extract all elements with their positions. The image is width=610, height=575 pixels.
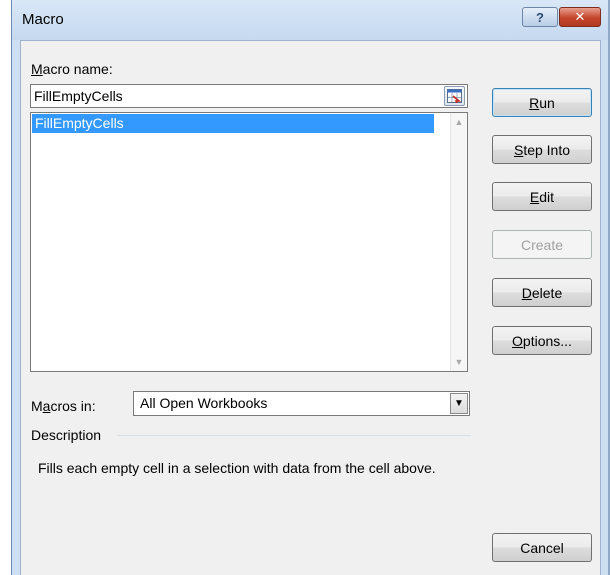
cancel-button[interactable]: Cancel [492, 533, 592, 562]
run-button[interactable]: Run [492, 88, 592, 117]
dropdown-arrow-icon[interactable]: ▼ [450, 393, 468, 414]
create-button[interactable]: Create [492, 230, 592, 259]
macro-name-input[interactable] [30, 84, 468, 108]
macro-name-label: Macro name: [31, 61, 113, 77]
help-icon: ? [536, 9, 544, 25]
step-into-button[interactable]: Step Into [492, 135, 592, 164]
options-button[interactable]: Options... [492, 326, 592, 355]
delete-button[interactable]: Delete [492, 278, 592, 307]
macros-in-select[interactable]: All Open Workbooks ▼ [133, 391, 470, 416]
macros-in-value: All Open Workbooks [140, 395, 268, 411]
scroll-down-icon[interactable]: ▼ [451, 357, 467, 367]
close-button[interactable]: ✕ [559, 7, 601, 27]
dialog-title: Macro [22, 11, 64, 28]
dialog-body: Macro name: FillEmptyCells ▲ ▼ Run Step … [20, 40, 601, 575]
macros-in-label: Macros in: [31, 398, 96, 414]
description-divider [117, 435, 471, 436]
close-icon: ✕ [574, 9, 586, 24]
description-text: Fills each empty cell in a selection wit… [38, 460, 436, 476]
description-heading: Description [31, 427, 102, 443]
title-bar[interactable]: Macro ? ✕ [12, 0, 610, 40]
range-select-icon [447, 89, 462, 103]
edit-button[interactable]: Edit [492, 182, 592, 211]
macro-list[interactable]: FillEmptyCells ▲ ▼ [30, 112, 468, 372]
collapse-dialog-button[interactable] [444, 86, 465, 106]
scroll-up-icon[interactable]: ▲ [451, 117, 467, 127]
macro-list-item[interactable]: FillEmptyCells [32, 114, 434, 133]
list-scrollbar[interactable]: ▲ ▼ [450, 113, 467, 371]
macro-dialog: Macro ? ✕ Macro name: FillEmptyCells ▲ [11, 0, 610, 575]
help-button[interactable]: ? [522, 7, 558, 27]
